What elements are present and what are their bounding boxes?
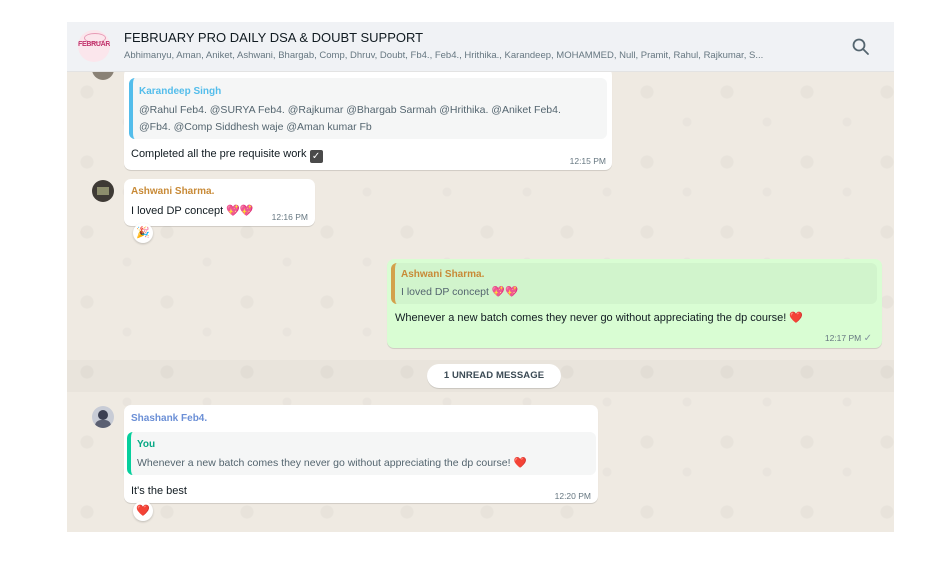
search-icon[interactable] — [850, 36, 872, 58]
avatar-photo — [95, 420, 111, 428]
message-bubble[interactable]: Shashank Feb4. You Whenever a new batch … — [124, 405, 598, 503]
reaction-badge[interactable]: 🎉 — [133, 223, 153, 243]
chat-header[interactable]: FEBRUARY FEBRUARY PRO DAILY DSA & DOUBT … — [67, 22, 894, 72]
message-text: It's the best — [131, 485, 187, 497]
avatar[interactable] — [92, 180, 114, 202]
message-bubble[interactable]: Karandeep Singh @Rahul Feb4. @SURYA Feb4… — [124, 72, 612, 170]
quoted-text-line: I loved DP concept 💖💖 — [401, 285, 518, 298]
message-text-content: I loved DP concept — [131, 205, 224, 217]
chat-title[interactable]: FEBRUARY PRO DAILY DSA & DOUBT SUPPORT — [124, 30, 423, 45]
message-text: I loved DP concept 💖💖 — [131, 204, 254, 217]
message-time: 12:20 PM — [554, 491, 591, 501]
avatar[interactable] — [92, 406, 114, 428]
unread-messages-badge: 1 UNREAD MESSAGE — [427, 364, 561, 388]
message-time: 12:15 PM — [569, 156, 606, 166]
quoted-text-content: Whenever a new batch comes they never go… — [137, 457, 511, 469]
quoted-message[interactable]: Karandeep Singh @Rahul Feb4. @SURYA Feb4… — [129, 78, 607, 139]
quoted-text-line: @Rahul Feb4. @SURYA Feb4. @Rajkumar @Bha… — [139, 104, 561, 116]
quoted-message[interactable]: Ashwani Sharma. I loved DP concept 💖💖 — [391, 263, 877, 304]
avatar-photo — [98, 410, 108, 420]
avatar[interactable] — [92, 72, 114, 80]
sender-name[interactable]: Ashwani Sharma. — [131, 186, 214, 197]
check-box-icon: ✓ — [309, 150, 323, 163]
sender-name[interactable]: Shashank Feb4. — [131, 413, 207, 424]
quoted-sender-name: Karandeep Singh — [139, 86, 222, 97]
reaction-badge[interactable]: ❤️ — [133, 501, 153, 521]
group-logo-text: FEBRUARY — [78, 41, 110, 48]
message-bubble[interactable]: Ashwani Sharma. I loved DP concept 💖💖 12… — [124, 179, 315, 226]
sparkling-heart-emoji: 💖💖 — [226, 205, 254, 217]
quoted-text-content: I loved DP concept — [401, 286, 489, 298]
red-heart-emoji: ❤️ — [789, 312, 804, 324]
message-text-content: Completed all the pre requisite work — [131, 148, 307, 160]
chat-window: FEBRUARY FEBRUARY PRO DAILY DSA & DOUBT … — [67, 22, 894, 532]
quoted-message[interactable]: You Whenever a new batch comes they neve… — [127, 432, 596, 475]
avatar-photo — [97, 187, 109, 195]
quoted-sender-name: You — [137, 439, 156, 450]
message-time: 12:17 PM ✓ — [825, 333, 872, 344]
message-text-content: Whenever a new batch comes they never go… — [395, 312, 787, 324]
quoted-sender-name: Ashwani Sharma. — [401, 269, 485, 280]
red-heart-emoji: ❤️ — [513, 457, 527, 469]
message-time: 12:16 PM — [271, 212, 308, 222]
message-text: Whenever a new batch comes they never go… — [395, 311, 803, 324]
chat-members[interactable]: Abhimanyu, Aman, Aniket, Ashwani, Bharga… — [124, 50, 834, 61]
message-bubble-outgoing[interactable]: Ashwani Sharma. I loved DP concept 💖💖 Wh… — [387, 259, 882, 348]
chat-messages-area[interactable]: Karandeep Singh @Rahul Feb4. @SURYA Feb4… — [67, 72, 894, 532]
message-time-text: 12:17 PM — [824, 333, 862, 343]
group-avatar[interactable]: FEBRUARY — [78, 30, 110, 62]
sparkling-heart-emoji: 💖💖 — [491, 286, 519, 298]
message-text: Completed all the pre requisite work ✓ — [131, 148, 323, 163]
quoted-text-line: Whenever a new batch comes they never go… — [137, 456, 527, 469]
sent-check-icon: ✓ — [863, 333, 872, 344]
quoted-text-line: @Fb4. @Comp Siddhesh waje @Aman kumar Fb — [139, 121, 372, 133]
